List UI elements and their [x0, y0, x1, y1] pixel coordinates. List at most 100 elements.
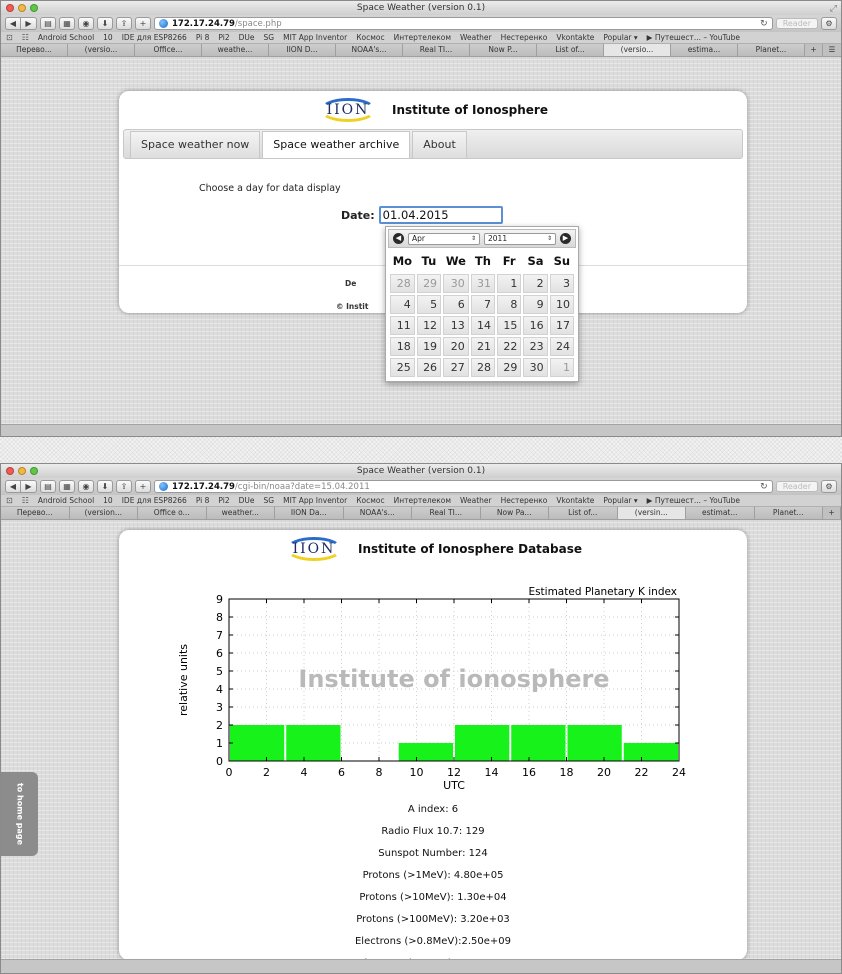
browser-tab[interactable]: estimat... [686, 507, 755, 519]
bookmarks-grid-icon[interactable]: ☷ [22, 496, 29, 505]
new-tab-button[interactable]: + [805, 44, 823, 56]
next-month-button[interactable]: ▶ [560, 233, 571, 244]
browser-tab[interactable]: weather... [206, 507, 275, 519]
sidebar-icon[interactable]: ▤ [40, 480, 56, 493]
forward-button[interactable]: ▶ [21, 480, 37, 493]
calendar-day-other-month[interactable]: 29 [416, 274, 442, 293]
year-select[interactable]: 2011 ⇕ [484, 232, 556, 245]
bookmark-item[interactable]: Pi 8 [196, 33, 210, 42]
top-sites-icon[interactable]: ▦ [59, 17, 75, 30]
close-window-button[interactable] [6, 4, 14, 12]
calendar-day[interactable]: 7 [470, 295, 496, 314]
reading-list-icon[interactable]: ⊡ [6, 496, 13, 505]
nav-tab-space-weather-archive[interactable]: Space weather archive [262, 131, 411, 158]
reading-list-icon[interactable]: ⊡ [6, 33, 13, 42]
add-bookmark-button[interactable]: + [135, 17, 151, 30]
browser-tab[interactable]: Перево... [1, 44, 68, 56]
browser-tab[interactable]: NOAA's... [336, 44, 403, 56]
forward-button[interactable]: ▶ [21, 17, 37, 30]
tab-overview-icon[interactable]: ☰ [823, 44, 841, 56]
settings-icon[interactable]: ⚙ [821, 480, 837, 493]
bookmark-item[interactable]: DUe [239, 33, 255, 42]
browser-tab[interactable]: NOAA's... [343, 507, 412, 519]
to-home-page-tab[interactable]: to home page [1, 772, 38, 856]
calendar-day[interactable]: 19 [416, 337, 442, 356]
calendar-day[interactable]: 9 [523, 295, 548, 314]
browser-tab[interactable]: Office... [135, 44, 202, 56]
calendar-day[interactable]: 21 [470, 337, 496, 356]
reader-button[interactable]: Reader [775, 18, 818, 29]
browser-tab[interactable]: List of... [537, 44, 604, 56]
browser-tab[interactable]: Now P... [470, 44, 537, 56]
bookmark-item[interactable]: SG [264, 496, 275, 505]
reload-icon[interactable]: ↻ [760, 19, 768, 29]
browser-tab-active[interactable]: (versin... [617, 507, 686, 519]
browser-tab[interactable]: Real TI... [403, 44, 470, 56]
new-tab-button[interactable]: + [823, 507, 841, 519]
bookmark-item[interactable]: Vkontakte [556, 496, 594, 505]
bookmark-item[interactable]: Pi 8 [196, 496, 210, 505]
bookmark-item[interactable]: Интертелеком [394, 496, 451, 505]
calendar-day[interactable]: 12 [416, 316, 442, 335]
bookmark-item[interactable]: Космос [356, 33, 384, 42]
reader-button[interactable]: Reader [775, 481, 818, 492]
bookmark-item[interactable]: Нестеренко [501, 33, 548, 42]
bookmark-item[interactable]: ▶ Путешест... – YouTube [647, 496, 740, 505]
zoom-window-button[interactable] [30, 4, 38, 12]
calendar-day[interactable]: 25 [390, 358, 415, 377]
calendar-day[interactable]: 14 [470, 316, 496, 335]
nav-tab-about[interactable]: About [412, 131, 467, 158]
calendar-day-other-month[interactable]: 31 [470, 274, 496, 293]
zoom-window-button[interactable] [30, 467, 38, 475]
bookmark-item[interactable]: 10 [103, 496, 113, 505]
bookmark-item[interactable]: MIT App Inventor [283, 33, 347, 42]
bookmark-item[interactable]: Pi2 [218, 496, 229, 505]
address-bar[interactable]: 172.17.24.79 /space.php ↻ [154, 17, 773, 30]
calendar-day[interactable]: 8 [497, 295, 522, 314]
browser-tab[interactable]: Now Pa... [480, 507, 549, 519]
calendar-day[interactable]: 27 [443, 358, 469, 377]
month-select[interactable]: Apr ⇕ [408, 232, 480, 245]
calendar-day[interactable]: 13 [443, 316, 469, 335]
bookmark-item[interactable]: Pi2 [218, 33, 229, 42]
download-icon[interactable]: ⬇ [97, 480, 113, 493]
iion-logo[interactable]: IION [318, 96, 378, 124]
reload-icon[interactable]: ↻ [760, 482, 768, 492]
bookmark-item[interactable]: Vkontakte [556, 33, 594, 42]
nav-tab-space-weather-now[interactable]: Space weather now [130, 131, 261, 158]
browser-tab[interactable]: Planet... [754, 507, 823, 519]
extension-icon[interactable]: ◉ [78, 17, 94, 30]
date-input[interactable] [378, 206, 503, 224]
calendar-day-other-month[interactable]: 1 [549, 358, 574, 377]
calendar-day[interactable]: 22 [497, 337, 522, 356]
bookmark-item[interactable]: Weather [460, 33, 492, 42]
bookmark-item[interactable]: Интертелеком [394, 33, 451, 42]
calendar-day[interactable]: 4 [390, 295, 415, 314]
sidebar-icon[interactable]: ▤ [40, 17, 56, 30]
calendar-day[interactable]: 20 [443, 337, 469, 356]
bookmark-item[interactable]: Android School [38, 33, 94, 42]
bookmark-item[interactable]: Нестеренко [501, 496, 548, 505]
share-icon[interactable]: ⇪ [116, 480, 132, 493]
browser-tab[interactable]: Real TI... [412, 507, 481, 519]
calendar-day[interactable]: 26 [416, 358, 442, 377]
browser-tab[interactable]: List of... [549, 507, 618, 519]
calendar-day[interactable]: 16 [523, 316, 548, 335]
bookmark-item[interactable]: Popular ▾ [603, 33, 637, 42]
back-button[interactable]: ◀ [5, 480, 21, 493]
calendar-day[interactable]: 5 [416, 295, 442, 314]
calendar-day[interactable]: 2 [523, 274, 548, 293]
calendar-day[interactable]: 10 [549, 295, 574, 314]
minimize-window-button[interactable] [18, 467, 26, 475]
calendar-day[interactable]: 3 [549, 274, 574, 293]
bookmark-item[interactable]: IDE для ESP8266 [122, 496, 187, 505]
browser-tab[interactable]: Office o... [138, 507, 207, 519]
calendar-day[interactable]: 29 [497, 358, 522, 377]
bookmark-item[interactable]: IDE для ESP8266 [122, 33, 187, 42]
add-bookmark-button[interactable]: + [135, 480, 151, 493]
bookmark-item[interactable]: 10 [103, 33, 113, 42]
calendar-day[interactable]: 11 [390, 316, 415, 335]
browser-tab[interactable]: estima... [671, 44, 738, 56]
download-icon[interactable]: ⬇ [97, 17, 113, 30]
calendar-day[interactable]: 6 [443, 295, 469, 314]
